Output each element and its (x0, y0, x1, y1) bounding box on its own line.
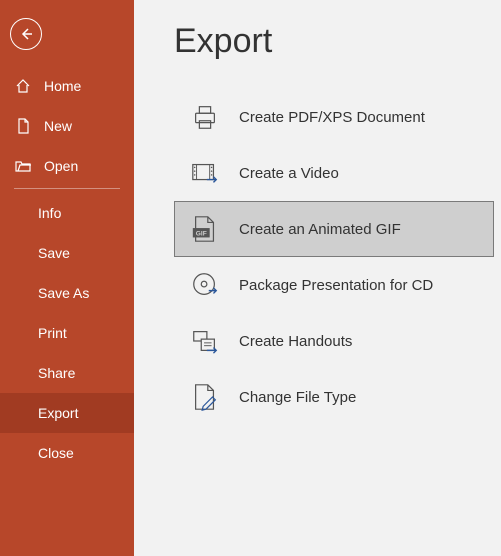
export-option-label: Create a Video (239, 165, 339, 182)
sidebar-item-label: Save (38, 245, 70, 261)
sidebar-item-label: Open (44, 158, 78, 174)
gif-file-icon: GIF (189, 213, 221, 245)
export-option-label: Create Handouts (239, 333, 352, 350)
sidebar-item-new[interactable]: New (0, 106, 134, 146)
sidebar-item-label: Close (38, 445, 74, 461)
export-option-label: Create an Animated GIF (239, 221, 401, 238)
sidebar-top-section: Home New Open (0, 56, 134, 186)
svg-text:GIF: GIF (196, 231, 207, 238)
sidebar-item-label: Export (38, 405, 78, 421)
sidebar-item-save-as[interactable]: Save As (0, 273, 134, 313)
export-option-label: Package Presentation for CD (239, 277, 433, 294)
cd-icon (189, 269, 221, 301)
sidebar-item-home[interactable]: Home (0, 66, 134, 106)
back-arrow-icon (18, 26, 34, 42)
export-option-label: Create PDF/XPS Document (239, 109, 425, 126)
export-option-label: Change File Type (239, 389, 356, 406)
sidebar-item-info[interactable]: Info (0, 193, 134, 233)
sidebar-item-save[interactable]: Save (0, 233, 134, 273)
sidebar-item-close[interactable]: Close (0, 433, 134, 473)
backstage-sidebar: Home New Open Info Save Save As Print Sh… (0, 0, 134, 556)
home-icon (14, 78, 32, 94)
sidebar-bottom-section: Info Save Save As Print Share Export Clo… (0, 193, 134, 473)
sidebar-item-label: Save As (38, 285, 89, 301)
sidebar-item-label: New (44, 118, 72, 134)
printer-pdf-icon (189, 101, 221, 133)
export-options-list: Create PDF/XPS Document Create a Video (174, 89, 501, 425)
sidebar-item-export[interactable]: Export (0, 393, 134, 433)
sidebar-item-label: Share (38, 365, 75, 381)
back-button[interactable] (10, 18, 42, 50)
export-option-package-cd[interactable]: Package Presentation for CD (174, 257, 494, 313)
handouts-icon (189, 325, 221, 357)
sidebar-divider (14, 188, 120, 189)
export-option-pdf-xps[interactable]: Create PDF/XPS Document (174, 89, 494, 145)
change-filetype-icon (189, 381, 221, 413)
sidebar-item-label: Print (38, 325, 67, 341)
sidebar-item-label: Info (38, 205, 61, 221)
sidebar-item-share[interactable]: Share (0, 353, 134, 393)
main-panel: Export Create PDF/XPS Document Create a … (134, 0, 501, 556)
sidebar-item-print[interactable]: Print (0, 313, 134, 353)
sidebar-item-label: Home (44, 78, 81, 94)
export-option-change-file-type[interactable]: Change File Type (174, 369, 494, 425)
page-title: Export (174, 22, 501, 61)
export-option-video[interactable]: Create a Video (174, 145, 494, 201)
export-option-handouts[interactable]: Create Handouts (174, 313, 494, 369)
filmstrip-icon (189, 157, 221, 189)
export-option-animated-gif[interactable]: GIF Create an Animated GIF (174, 201, 494, 257)
sidebar-item-open[interactable]: Open (0, 146, 134, 186)
new-file-icon (14, 118, 32, 134)
open-folder-icon (14, 158, 32, 174)
